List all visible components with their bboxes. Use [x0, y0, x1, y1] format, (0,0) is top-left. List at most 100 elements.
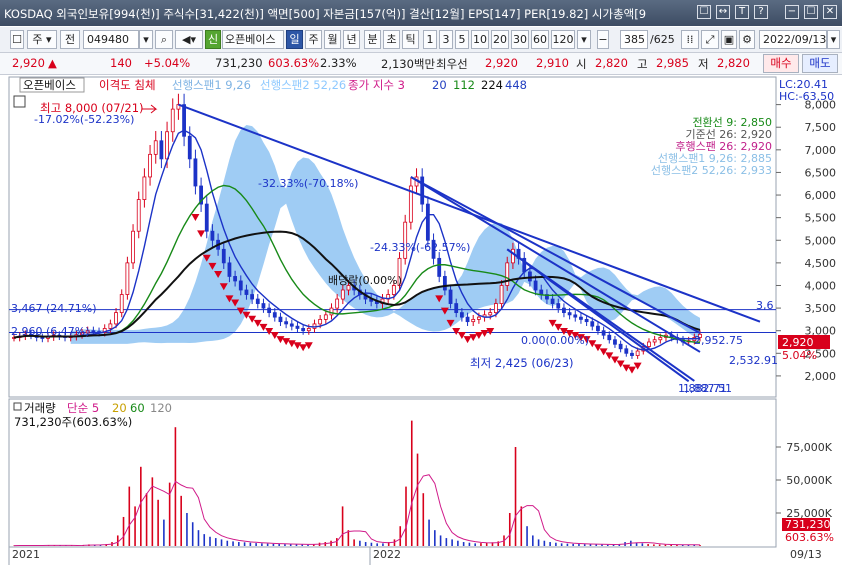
interval-60[interactable]: 60	[531, 30, 549, 49]
price-tick-label: 5,500	[805, 212, 837, 225]
candle-body	[624, 348, 629, 354]
table-view-icon[interactable]	[13, 95, 26, 108]
best-bid: 2,910	[536, 56, 569, 70]
link-button[interactable]: ↔	[716, 5, 730, 19]
candle-body	[528, 271, 532, 282]
legend-item-disparity: 이격도 침체	[99, 78, 156, 92]
price-change-pct: +5.04%	[144, 56, 191, 70]
low-annotation: 최저 2,425 (06/23)	[470, 356, 574, 370]
minus-icon[interactable]: −	[597, 30, 609, 49]
stock-type-label: 주	[32, 33, 43, 46]
candle-body	[136, 199, 141, 232]
legend-item-close-index: 종가 지수 3	[348, 78, 405, 92]
save-icon[interactable]: ▣	[721, 30, 737, 49]
date-input[interactable]: 2022/09/13	[759, 30, 827, 49]
candle-body	[533, 280, 538, 291]
price-tick-label: 6,000	[805, 189, 837, 202]
candle-body	[488, 312, 493, 316]
candle-body	[476, 316, 481, 320]
sell-button[interactable]: 매도	[802, 54, 838, 73]
interval-1[interactable]: 1	[423, 30, 437, 49]
candle-body	[590, 321, 595, 327]
high-label: 고	[637, 57, 648, 71]
candle-body	[454, 303, 459, 314]
legend-item-ma448: 448	[505, 78, 527, 92]
price-tick-label: 3,500	[805, 302, 837, 315]
date-dropdown-icon[interactable]: ▾	[827, 30, 840, 49]
chart-area[interactable]: 오픈베이스 이격도 침체 선행스팬1 9,26 선행스팬2 52,26 종가 지…	[0, 76, 842, 565]
candle-body	[187, 135, 192, 160]
candle-body	[567, 312, 572, 316]
candle-body	[114, 312, 118, 325]
tab-year[interactable]: 년	[343, 30, 360, 49]
buy-button[interactable]: 매수	[763, 54, 799, 73]
candle-body	[459, 312, 464, 318]
legend-item-ma224: 224	[481, 78, 503, 92]
candle-body	[301, 328, 306, 332]
interval-dropdown-icon[interactable]: ▾	[577, 30, 591, 49]
checkbox-icon[interactable]: ☐	[10, 30, 24, 49]
candle-body	[153, 140, 158, 155]
last-price-badge-text: 2,920	[782, 336, 814, 349]
candle-body	[465, 316, 470, 323]
candle-body	[579, 316, 583, 320]
restore-layout-button[interactable]: ☐	[697, 5, 711, 19]
minimize-button[interactable]: −	[785, 5, 799, 19]
stock-code-input[interactable]: 049480	[83, 30, 139, 49]
price-tick-label: 5,000	[805, 234, 837, 247]
candle-body	[618, 343, 623, 350]
maximize-button[interactable]: ☐	[804, 5, 818, 19]
candle-body	[652, 339, 657, 343]
code-dropdown-icon[interactable]: ▾	[139, 30, 153, 49]
x-label-2021: 2021	[12, 548, 40, 561]
candle-body	[221, 248, 226, 264]
candle-body	[607, 334, 612, 341]
candle-body	[323, 314, 328, 320]
candle-body	[125, 262, 130, 295]
count-total: /625	[650, 33, 675, 46]
settings-icon[interactable]: ⚙	[739, 30, 755, 49]
volume-badge-text: 731,230	[785, 518, 831, 531]
search-icon[interactable]: ⌕	[155, 30, 173, 49]
candle-body	[539, 289, 544, 295]
tab-minute[interactable]: 분	[364, 30, 381, 49]
price-tick-label: 2,000	[805, 370, 837, 383]
tab-second[interactable]: 초	[383, 30, 400, 49]
candle-body	[658, 337, 663, 341]
count-input[interactable]: 385	[620, 30, 648, 49]
price-tick-label: 7,500	[805, 121, 837, 134]
candle-body	[613, 339, 617, 345]
legend-item-ma20: 20	[432, 78, 447, 92]
high-percent: -17.02%(-52.23%)	[34, 113, 134, 126]
best-ask: 2,920	[485, 56, 518, 70]
tab-day[interactable]: 일	[286, 30, 303, 49]
candle-body	[170, 108, 175, 133]
interval-10[interactable]: 10	[471, 30, 489, 49]
sound-icon[interactable]: ◀▾	[175, 30, 203, 49]
candle-body	[227, 262, 232, 277]
text-button[interactable]: T	[735, 5, 749, 19]
tab-week[interactable]: 주	[305, 30, 322, 49]
tab-month[interactable]: 월	[324, 30, 341, 49]
bars-icon[interactable]: ⁞⁞	[681, 30, 699, 49]
help-button[interactable]: ?	[754, 5, 768, 19]
interval-3[interactable]: 3	[439, 30, 453, 49]
interval-20[interactable]: 20	[491, 30, 509, 49]
line-value-5: 1,887.51	[683, 382, 732, 395]
best-ask-label: 최우선	[436, 57, 468, 71]
close-button[interactable]: ✕	[823, 5, 837, 19]
period-select-button[interactable]: 전	[60, 30, 80, 49]
tab-tick[interactable]: 틱	[402, 30, 419, 49]
volume-box-icon[interactable]	[13, 402, 22, 411]
interval-120[interactable]: 120	[551, 30, 575, 49]
trend-annotation-2: -24.33%(-62.57%)	[370, 241, 470, 254]
level-label-3: 0.00(0.00%)	[521, 334, 589, 347]
interval-5[interactable]: 5	[455, 30, 469, 49]
candle-body	[550, 298, 555, 304]
interval-30[interactable]: 30	[511, 30, 529, 49]
stock-type-select[interactable]: 주 ▾	[27, 30, 57, 49]
volume-tick-label: 75,000K	[786, 441, 832, 454]
candle-body	[204, 203, 209, 232]
candle-body	[335, 298, 340, 309]
zoom-icon[interactable]: ⤢	[701, 30, 719, 49]
